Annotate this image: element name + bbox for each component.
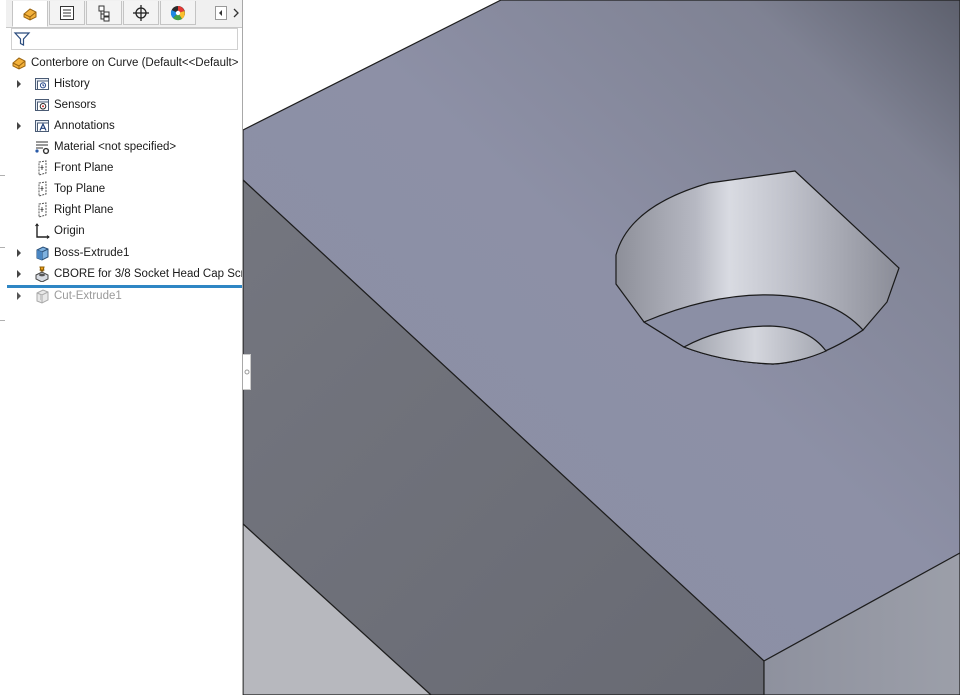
- tab-dimxpertmanager[interactable]: [123, 1, 159, 25]
- grip-dot-icon: [244, 369, 249, 375]
- tree-item-cbore-hole[interactable]: CBORE for 3/8 Socket Head Cap Screw1: [33, 264, 242, 284]
- tree-root-part[interactable]: Conterbore on Curve (Default<<Default>: [10, 53, 242, 73]
- panel-edge-tick: [0, 320, 5, 321]
- feature-manager-panel: Conterbore on Curve (Default<<Default> H…: [0, 0, 243, 695]
- chevron-right-icon: [17, 80, 21, 88]
- expand-annotations-arrow[interactable]: [15, 122, 23, 130]
- tree-item-annotations[interactable]: Annotations: [33, 116, 242, 136]
- tab-scroll-arrows[interactable]: [212, 2, 242, 24]
- tree-item-label: CBORE for 3/8 Socket Head Cap Screw1: [54, 268, 242, 280]
- part-icon: [10, 55, 27, 72]
- scroll-left-icon[interactable]: [215, 6, 227, 20]
- expand-boss-extrude-arrow[interactable]: [15, 249, 23, 257]
- tree-item-label: Front Plane: [54, 162, 114, 174]
- expand-cbore-arrow[interactable]: [15, 270, 23, 278]
- tree-filter-field[interactable]: [11, 28, 238, 50]
- dimxpert-icon: [133, 4, 149, 21]
- panel-edge-tick: [0, 175, 5, 176]
- tab-featuremanager[interactable]: [12, 1, 48, 27]
- graphics-area[interactable]: [243, 0, 960, 695]
- hole-wizard-icon: [33, 266, 50, 283]
- chevron-right-icon: [17, 270, 21, 278]
- tab-configurationmanager[interactable]: [86, 1, 122, 25]
- tree-item-history[interactable]: History: [33, 74, 242, 94]
- tree-item-top-plane[interactable]: Top Plane: [33, 179, 242, 199]
- manager-tab-strip: [6, 0, 242, 28]
- annotations-icon: [33, 118, 50, 135]
- tree-item-label: Boss-Extrude1: [54, 247, 130, 259]
- tree-item-front-plane[interactable]: Front Plane: [33, 158, 242, 178]
- tree-item-material[interactable]: Material <not specified>: [33, 137, 242, 157]
- tab-propertymanager[interactable]: [49, 1, 85, 25]
- tree-item-sensors[interactable]: Sensors: [33, 95, 242, 115]
- chevron-right-icon: [17, 249, 21, 257]
- tree-item-label: Origin: [54, 225, 85, 237]
- tree-item-right-plane[interactable]: Right Plane: [33, 200, 242, 220]
- panel-collapse-handle[interactable]: [243, 354, 251, 390]
- boss-extrude-icon: [33, 245, 50, 262]
- tree-item-cut-extrude1[interactable]: Cut-Extrude1: [33, 286, 242, 306]
- tree-item-label: Annotations: [54, 120, 115, 132]
- sensors-icon: [33, 97, 50, 114]
- cut-extrude-icon: [33, 288, 50, 305]
- plane-icon: [33, 160, 50, 177]
- tree-item-label: Right Plane: [54, 204, 114, 216]
- history-folder-icon: [33, 76, 50, 93]
- tree-item-boss-extrude1[interactable]: Boss-Extrude1: [33, 243, 242, 263]
- tree-item-label: Cut-Extrude1: [54, 290, 122, 302]
- configuration-manager-icon: [98, 5, 110, 21]
- tree-root-label: Conterbore on Curve (Default<<Default>: [31, 57, 239, 69]
- scroll-right-icon[interactable]: [231, 6, 241, 20]
- tab-displaymanager[interactable]: [160, 1, 196, 25]
- tree-item-label: History: [54, 78, 90, 90]
- display-manager-icon: [170, 5, 185, 20]
- origin-icon: [33, 223, 50, 240]
- rollback-bar[interactable]: [7, 285, 242, 288]
- plane-icon: [33, 202, 50, 219]
- tree-item-label: Material <not specified>: [54, 141, 177, 153]
- tree-item-origin[interactable]: Origin: [33, 221, 242, 241]
- tree-item-label: Top Plane: [54, 183, 106, 195]
- expand-cut-extrude-arrow[interactable]: [15, 292, 23, 300]
- tree-item-label: Sensors: [54, 99, 97, 111]
- feature-manager-icon: [23, 7, 37, 21]
- plane-icon: [33, 181, 50, 198]
- filter-icon[interactable]: [13, 30, 31, 48]
- chevron-right-icon: [17, 122, 21, 130]
- panel-edge-tick: [0, 247, 5, 248]
- expand-history-arrow[interactable]: [15, 80, 23, 88]
- chevron-right-icon: [17, 292, 21, 300]
- property-manager-icon: [60, 5, 74, 20]
- model-view[interactable]: [243, 0, 960, 695]
- material-icon: [33, 139, 50, 156]
